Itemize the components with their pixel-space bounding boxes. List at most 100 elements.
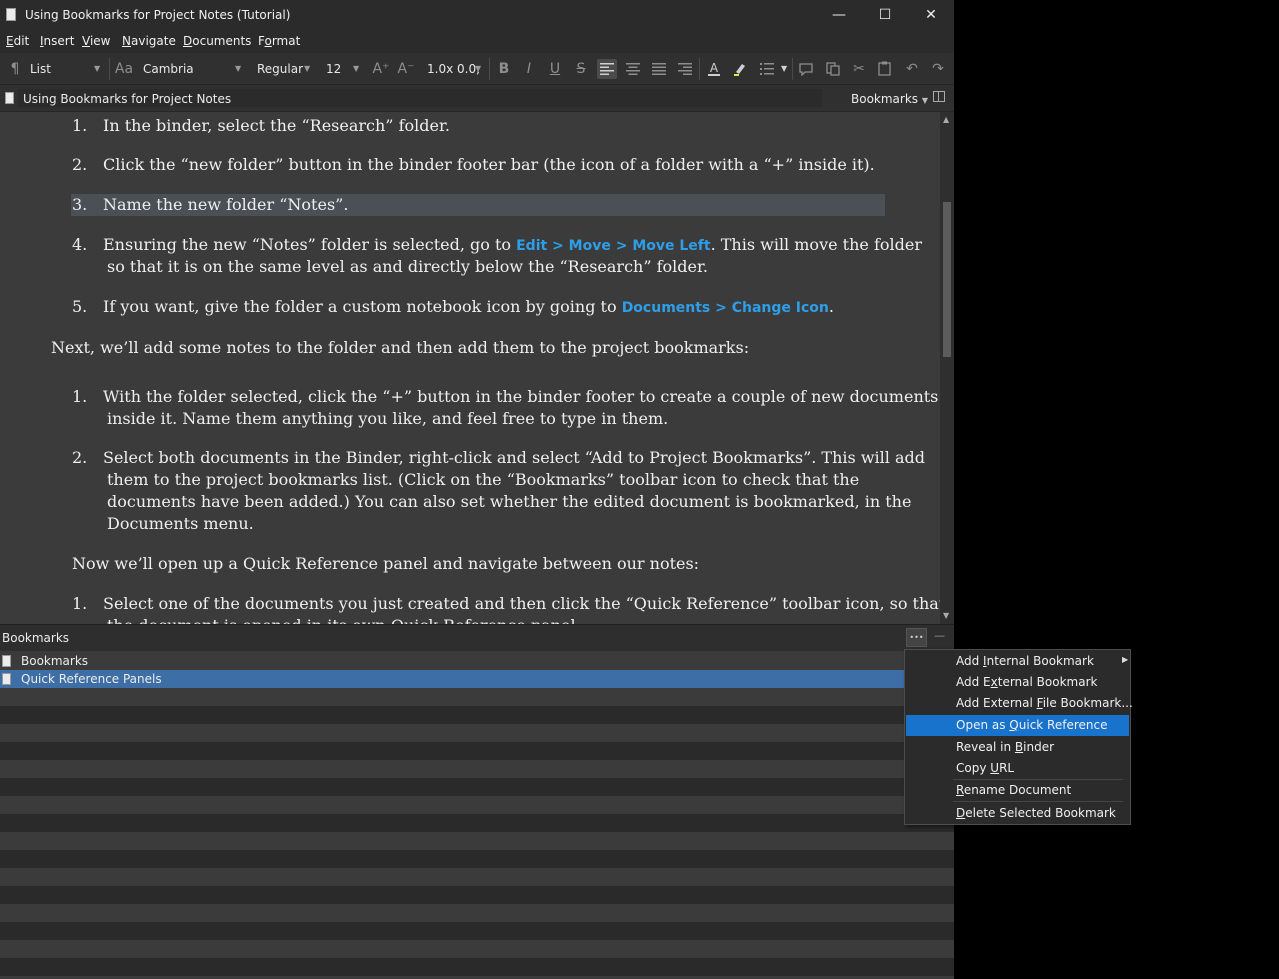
menu-path-link[interactable]: Documents > Change Icon: [622, 300, 829, 316]
chevron-down-icon: ▼: [921, 96, 929, 105]
header-document-title[interactable]: Using Bookmarks for Project Notes: [23, 92, 231, 106]
scrollbar-thumb[interactable]: [943, 202, 951, 357]
cut-icon[interactable]: ✂: [849, 59, 869, 79]
menu-path-link[interactable]: Edit > Move > Move Left: [516, 238, 710, 254]
menu-item-delete-selected-bookmark[interactable]: Delete Selected Bookmark: [906, 803, 1129, 824]
window-title: Using Bookmarks for Project Notes (Tutor…: [25, 8, 291, 22]
list-number: 5.: [72, 297, 88, 316]
bookmark-label: Bookmarks: [21, 654, 89, 668]
document-icon: [2, 655, 11, 667]
bookmark-item[interactable]: Bookmarks: [0, 652, 954, 670]
split-editor-icon[interactable]: [933, 91, 945, 102]
close-button[interactable]: ✕: [908, 0, 954, 31]
editor-scrollbar[interactable]: ▲ ▼: [940, 112, 954, 624]
title-bar: Using Bookmarks for Project Notes (Tutor…: [0, 0, 954, 31]
list-item-text: Ensuring the new “Notes” folder is selec…: [103, 235, 922, 254]
menu-insert[interactable]: Insert: [40, 34, 74, 48]
font-panel-icon[interactable]: Aa: [114, 59, 134, 79]
strikethrough-icon[interactable]: S: [571, 59, 591, 79]
bookmarks-panel-title: Bookmarks: [2, 631, 70, 645]
underline-icon[interactable]: U: [545, 59, 565, 79]
paragraph-text: Next, we’ll add some notes to the folder…: [51, 338, 750, 357]
list-item-text: the document is opened in its own Quick …: [107, 616, 581, 624]
align-center-icon[interactable]: [623, 59, 643, 79]
bookmarks-menu-button[interactable]: Bookmarks ▼: [851, 92, 928, 106]
chevron-down-icon[interactable]: ▼: [781, 59, 787, 79]
menu-edit[interactable]: Edit: [6, 34, 29, 48]
collapse-panel-icon[interactable]: —: [934, 629, 945, 642]
toolbar-divider: [792, 58, 793, 80]
scrivener-window: Using Bookmarks for Project Notes (Tutor…: [0, 0, 954, 979]
increase-font-icon[interactable]: A⁺: [371, 59, 391, 79]
list-item-text: inside it. Name them anything you like, …: [107, 409, 669, 428]
menu-separator: [953, 801, 1123, 802]
list-item-text: Documents menu.: [107, 514, 254, 533]
maximize-button[interactable]: ☐: [862, 0, 908, 31]
list-item-text: Select one of the documents you just cre…: [103, 594, 940, 613]
submenu-arrow-icon: ▶: [1122, 655, 1129, 664]
minimize-button[interactable]: —: [816, 0, 862, 31]
menu-item-add-external-bookmark[interactable]: Add External Bookmark: [906, 672, 1129, 693]
list-item-text: With the folder selected, click the “+” …: [103, 387, 939, 406]
menu-navigate[interactable]: Navigate: [122, 34, 176, 48]
scroll-down-icon[interactable]: ▼: [943, 611, 949, 620]
undo-icon[interactable]: ↶: [902, 59, 922, 79]
bookmark-item[interactable]: Quick Reference Panels: [0, 670, 954, 688]
list-item-text: so that it is on the same level as and d…: [107, 257, 708, 276]
menu-format[interactable]: Format: [258, 34, 300, 48]
menu-view[interactable]: View: [82, 34, 110, 48]
menu-item-add-internal-bookmark[interactable]: Add Internal Bookmark ▶: [906, 651, 1129, 672]
list-item-text: Click the “new folder” button in the bin…: [103, 155, 875, 174]
format-toolbar: ¶ List ▼ Aa Cambria ▼ Regular ▼ 12 ▼ A⁺ …: [0, 53, 954, 85]
list-number: 2.: [72, 155, 88, 174]
scroll-up-icon[interactable]: ▲: [943, 115, 949, 124]
document-icon: [2, 673, 11, 685]
menu-item-copy-url[interactable]: Copy URL: [906, 758, 1129, 779]
decrease-font-icon[interactable]: A⁻: [396, 59, 416, 79]
line-spacing-select[interactable]: 1.0x 0.0,: [427, 59, 480, 79]
italic-icon[interactable]: I: [519, 59, 539, 79]
list-number: 1.: [72, 387, 88, 406]
font-size-select[interactable]: 12: [326, 59, 341, 79]
comment-icon[interactable]: [796, 59, 816, 79]
list-item-text: If you want, give the folder a custom no…: [103, 297, 834, 316]
paragraph-icon[interactable]: ¶: [5, 59, 25, 79]
menu-item-rename-document[interactable]: Rename Document: [906, 780, 1129, 801]
menu-item-open-as-quick-reference[interactable]: Open as Quick Reference: [906, 715, 1129, 736]
highlight-icon[interactable]: [730, 59, 750, 79]
svg-text:A: A: [710, 61, 719, 75]
chevron-down-icon: ▼: [304, 64, 311, 73]
menu-bar: Edit Insert View Navigate Documents Form…: [0, 31, 954, 53]
document-icon: [5, 92, 14, 104]
bookmarks-context-menu: Add Internal Bookmark ▶ Add External Boo…: [904, 649, 1133, 825]
menu-item-reveal-in-binder[interactable]: Reveal in Binder: [906, 737, 1129, 758]
align-left-icon[interactable]: [597, 59, 617, 79]
list-number: 3.: [72, 195, 88, 214]
copy-icon[interactable]: [823, 59, 843, 79]
list-icon[interactable]: [757, 59, 777, 79]
font-style-select[interactable]: Regular: [257, 59, 303, 79]
redo-icon[interactable]: ↷: [928, 59, 948, 79]
font-family-select[interactable]: Cambria: [143, 59, 194, 79]
list-number: 4.: [72, 235, 88, 254]
bold-icon[interactable]: B: [494, 59, 514, 79]
bookmark-label: Quick Reference Panels: [21, 672, 162, 686]
editor-text-area[interactable]: 1. In the binder, select the “Research” …: [0, 112, 940, 624]
editor-header-bar: Using Bookmarks for Project Notes Bookma…: [0, 85, 954, 112]
text-color-icon[interactable]: A: [704, 59, 724, 79]
list-item-text: documents have been added.) You can also…: [107, 492, 912, 511]
bookmarks-panel-header: Bookmarks ••• —: [0, 624, 954, 651]
align-right-icon[interactable]: [675, 59, 695, 79]
paragraph-style-select[interactable]: List: [30, 59, 51, 79]
toolbar-divider: [109, 58, 110, 80]
more-options-icon[interactable]: •••: [906, 628, 927, 647]
toolbar-divider: [489, 58, 490, 80]
list-number: 1.: [72, 116, 88, 135]
menu-item-add-external-file-bookmark[interactable]: Add External File Bookmark...: [906, 693, 1133, 714]
list-number: 2.: [72, 448, 88, 467]
menu-documents[interactable]: Documents: [183, 34, 251, 48]
paste-icon[interactable]: [875, 59, 895, 79]
align-justify-icon[interactable]: [649, 59, 669, 79]
chevron-down-icon: ▼: [475, 64, 482, 73]
list-item-text: them to the project bookmarks list. (Cli…: [107, 470, 860, 489]
